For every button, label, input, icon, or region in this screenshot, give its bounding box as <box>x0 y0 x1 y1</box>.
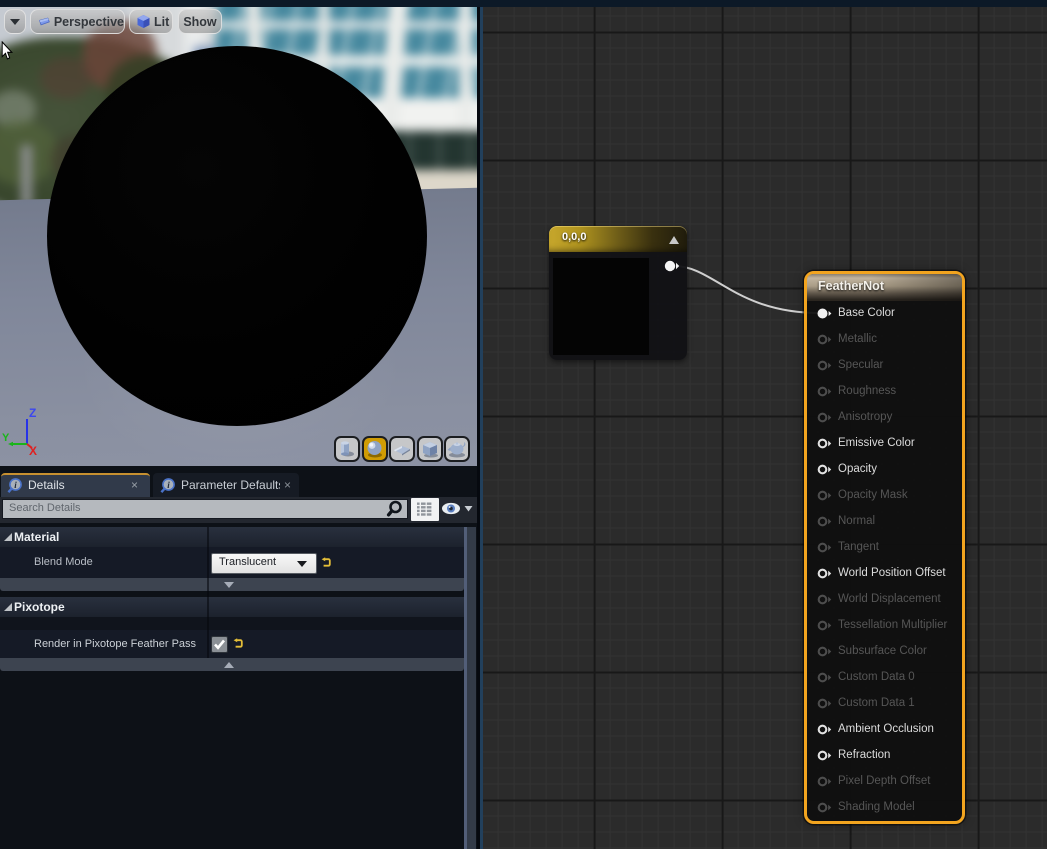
svg-text:X: X <box>29 444 37 458</box>
svg-text:Z: Z <box>29 406 36 420</box>
svg-text:Y: Y <box>2 432 10 444</box>
